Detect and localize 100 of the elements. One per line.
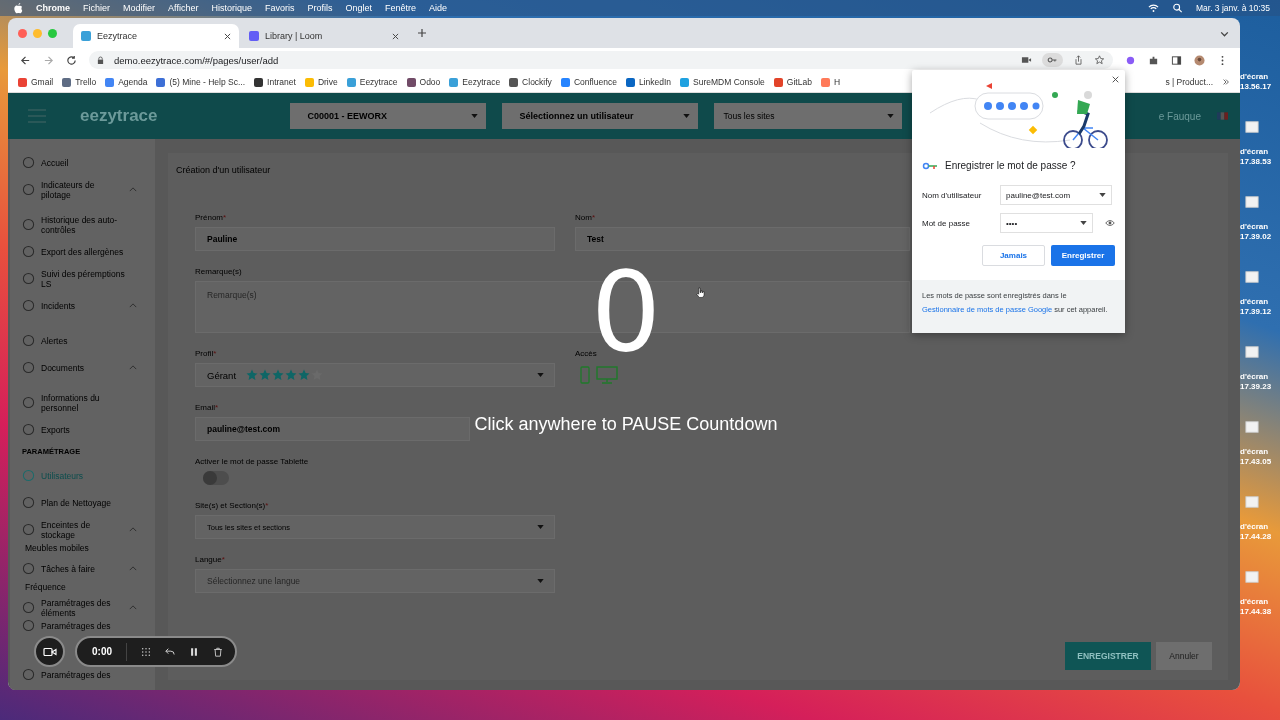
- sidebar-icon[interactable]: [1171, 54, 1182, 66]
- bookmark[interactable]: Odoo: [406, 77, 441, 87]
- file-name[interactable]: d'écran 17.43.05: [1240, 447, 1272, 467]
- menu-item[interactable]: Onglet: [345, 3, 372, 13]
- nav-item[interactable]: Incidents: [41, 300, 123, 311]
- file-name[interactable]: d'écran 17.44.28: [1240, 522, 1272, 542]
- logo[interactable]: eezytrace: [80, 106, 158, 126]
- menu-item[interactable]: Aide: [429, 3, 448, 13]
- share-icon[interactable]: [1073, 55, 1084, 65]
- key-icon[interactable]: [1042, 53, 1063, 67]
- menu-item[interactable]: Profils: [307, 3, 333, 13]
- form-button[interactable]: Annuler: [1156, 642, 1212, 670]
- bookmark[interactable]: Drive: [304, 77, 338, 87]
- bookmark[interactable]: s | Product...: [1165, 77, 1213, 87]
- countdown-hint[interactable]: Click anywhere to PAUSE Countdown: [474, 414, 778, 435]
- apple-icon[interactable]: [14, 2, 23, 14]
- new-tab-icon[interactable]: [417, 28, 427, 38]
- file-name[interactable]: d'écran 17.44.38: [1240, 597, 1272, 617]
- toggle-switch[interactable]: [203, 471, 229, 485]
- nav-subitem[interactable]: Fréquence: [22, 582, 155, 594]
- menu-item[interactable]: Favoris: [264, 3, 295, 13]
- bookmark[interactable]: SureMDM Console: [680, 77, 765, 87]
- trash-icon[interactable]: [213, 646, 223, 657]
- form-button[interactable]: ENREGISTRER: [1065, 642, 1151, 670]
- bookmark[interactable]: Trello: [62, 77, 97, 87]
- grid-icon[interactable]: [141, 646, 151, 657]
- input-field[interactable]: pauline@test.com: [195, 417, 470, 441]
- bookmark[interactable]: Intranet: [254, 77, 296, 87]
- browser-tab[interactable]: Eezytrace: [73, 24, 239, 48]
- nav-item[interactable]: Alertes: [41, 335, 137, 346]
- profile-select[interactable]: Gérant: [195, 363, 555, 387]
- bookmark[interactable]: Clockify: [509, 77, 552, 87]
- file-name[interactable]: d'écran 13.56.17: [1240, 72, 1272, 92]
- file-icon[interactable]: [1245, 345, 1259, 359]
- nav-subitem[interactable]: Meubles mobiles: [22, 543, 155, 555]
- menu-item[interactable]: Modifier: [123, 3, 156, 13]
- file-name[interactable]: d'écran 17.38.53: [1240, 147, 1272, 167]
- menu-item[interactable]: Fenêtre: [385, 3, 417, 13]
- avatar-icon[interactable]: [1194, 54, 1205, 66]
- more-bookmarks-icon[interactable]: [1222, 78, 1230, 86]
- nav-item[interactable]: Informations du personnel: [41, 392, 137, 413]
- puzzle-icon[interactable]: [1148, 54, 1159, 66]
- close-icon[interactable]: [1112, 76, 1119, 83]
- nav-item[interactable]: Documents: [41, 362, 123, 373]
- bookmark[interactable]: LinkedIn: [625, 77, 672, 87]
- bookmark[interactable]: Gmail: [18, 77, 54, 87]
- file-icon[interactable]: [1245, 270, 1259, 284]
- bookmark[interactable]: (5) Mine - Help Sc...: [156, 77, 246, 87]
- file-name[interactable]: d'écran 17.39.12: [1240, 297, 1272, 317]
- menu-item[interactable]: Afficher: [168, 3, 199, 13]
- bookmark[interactable]: Eezytrace: [449, 77, 501, 87]
- dialog-button[interactable]: Enregistrer: [1051, 245, 1115, 266]
- star-icon[interactable]: [1094, 55, 1105, 65]
- reload-icon[interactable]: [66, 54, 77, 66]
- nav-item[interactable]: Paramétrages des: [41, 620, 137, 631]
- bookmark[interactable]: Confluence: [560, 77, 617, 87]
- input-field[interactable]: Test: [575, 227, 910, 251]
- bookmark[interactable]: Eezytrace: [346, 77, 398, 87]
- bookmark[interactable]: Agenda: [105, 77, 148, 87]
- dialog-button[interactable]: Jamais: [982, 245, 1045, 266]
- bookmark[interactable]: H: [820, 77, 841, 87]
- nav-item[interactable]: Enceintes de stockage: [41, 519, 123, 540]
- nav-item[interactable]: Exports: [41, 424, 137, 435]
- file-name[interactable]: d'écran 17.39.23: [1240, 372, 1272, 392]
- close-icon[interactable]: [224, 32, 231, 40]
- wifi-icon[interactable]: [1147, 3, 1159, 13]
- username-select[interactable]: pauline@test.com: [1000, 185, 1112, 205]
- app-menu[interactable]: Chrome: [36, 3, 70, 13]
- close-icon[interactable]: [392, 32, 399, 40]
- nav-item[interactable]: Plan de Nettoyage: [41, 497, 137, 508]
- pause-icon[interactable]: [189, 646, 199, 657]
- header-select[interactable]: Sélectionnez un utilisateur: [501, 103, 698, 129]
- camera-icon[interactable]: [1021, 55, 1032, 65]
- input-field[interactable]: Pauline: [195, 227, 555, 251]
- header-select[interactable]: C00001 - EEWORX: [289, 103, 486, 129]
- nav-item[interactable]: Historique des auto-contrôles: [41, 214, 137, 235]
- header-select[interactable]: Tous les sites: [713, 103, 902, 129]
- bookmark[interactable]: GitLab: [773, 77, 812, 87]
- back-icon[interactable]: [20, 54, 31, 66]
- menu-item[interactable]: Historique: [211, 3, 252, 13]
- nav-item[interactable]: Tâches à faire: [41, 563, 123, 574]
- nav-item[interactable]: Indicateurs de pilotage: [41, 179, 123, 200]
- search-icon[interactable]: [1171, 3, 1183, 13]
- nav-item[interactable]: Suivi des péremptions LS: [41, 268, 137, 289]
- extension-icon[interactable]: [1125, 54, 1136, 66]
- browser-tab[interactable]: Library | Loom: [241, 24, 407, 48]
- eye-icon[interactable]: [1105, 219, 1115, 227]
- nav-item[interactable]: Export des allergènes: [41, 246, 137, 257]
- undo-icon[interactable]: [165, 646, 175, 657]
- file-icon[interactable]: [1245, 195, 1259, 209]
- menu-item[interactable]: Fichier: [83, 3, 111, 13]
- file-icon[interactable]: [1245, 120, 1259, 134]
- address-bar[interactable]: demo.eezytrace.com/#/pages/user/add: [89, 51, 1113, 69]
- file-icon[interactable]: [1245, 420, 1259, 434]
- user-name[interactable]: e Fauque: [1158, 110, 1201, 122]
- nav-item[interactable]: Paramétrages des éléments: [41, 597, 123, 618]
- nav-item[interactable]: Accueil: [41, 157, 137, 168]
- file-icon[interactable]: [1245, 570, 1259, 584]
- nav-item[interactable]: Paramétrages des: [41, 669, 137, 680]
- password-select[interactable]: ••••: [1000, 213, 1093, 233]
